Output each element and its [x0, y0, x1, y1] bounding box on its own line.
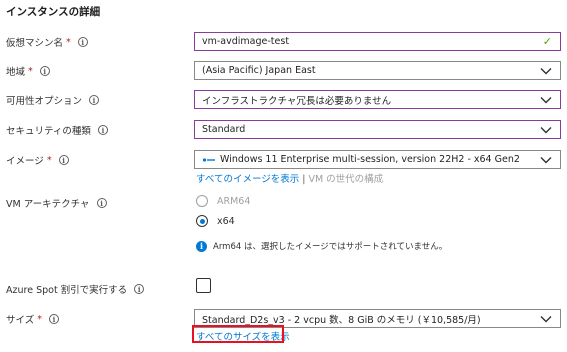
- security-type-label: セキュリティの種類 i: [6, 123, 108, 137]
- info-icon[interactable]: i: [96, 198, 107, 208]
- radio-button: [196, 195, 208, 207]
- region-label: 地域 * i: [6, 64, 50, 78]
- availability-select[interactable]: インフラストラクチャ冗長は必要ありません: [194, 90, 561, 109]
- windows-image-icon: [202, 157, 215, 162]
- chevron-down-icon: [540, 156, 552, 163]
- chevron-down-icon: [540, 315, 552, 322]
- info-icon[interactable]: i: [97, 125, 108, 135]
- radio-button[interactable]: [196, 215, 208, 227]
- configure-vm-generation-link: VM の世代の構成: [308, 174, 384, 185]
- info-icon[interactable]: i: [134, 284, 145, 294]
- required-mark: *: [28, 65, 33, 77]
- arm64-info-note: i Arm64 は、選択したイメージではサポートされていません。: [196, 240, 447, 252]
- chevron-down-icon: [540, 96, 552, 103]
- info-icon[interactable]: i: [58, 155, 69, 165]
- info-icon[interactable]: i: [48, 314, 59, 324]
- vm-name-label: 仮想マシン名 * i: [6, 35, 88, 49]
- radio-x64[interactable]: x64: [196, 213, 235, 229]
- checkmark-icon: ✓: [542, 35, 552, 48]
- info-icon[interactable]: i: [77, 37, 88, 47]
- size-label: サイズ * i: [6, 312, 59, 326]
- required-mark: *: [46, 154, 52, 166]
- info-icon[interactable]: i: [89, 95, 100, 105]
- required-mark: *: [37, 313, 42, 325]
- azure-spot-checkbox[interactable]: [196, 278, 211, 293]
- chevron-down-icon: [540, 126, 552, 133]
- image-label: イメージ * i: [6, 153, 69, 167]
- see-all-images-link[interactable]: すべてのイメージを表示: [196, 174, 299, 185]
- link-separator: |: [302, 174, 306, 185]
- highlight-box: [192, 325, 284, 343]
- azure-spot-label: Azure Spot 割引で実行する i: [6, 282, 145, 296]
- info-filled-icon: i: [196, 240, 207, 252]
- chevron-down-icon: [540, 67, 552, 74]
- image-links: すべてのイメージを表示 | VM の世代の構成: [196, 171, 383, 185]
- availability-label: 可用性オプション i: [6, 93, 100, 107]
- info-icon[interactable]: i: [39, 66, 50, 76]
- radio-arm64: ARM64: [196, 193, 250, 209]
- vm-architecture-label: VM アーキテクチャ i: [6, 196, 107, 210]
- section-title: インスタンスの詳細: [6, 6, 101, 18]
- vm-name-input[interactable]: vm-avdimage-test ✓: [194, 32, 561, 51]
- required-mark: *: [66, 36, 71, 48]
- image-select[interactable]: Windows 11 Enterprise multi-session, ver…: [194, 150, 561, 169]
- region-select[interactable]: (Asia Pacific) Japan East: [194, 61, 561, 80]
- security-type-select[interactable]: Standard: [194, 120, 561, 139]
